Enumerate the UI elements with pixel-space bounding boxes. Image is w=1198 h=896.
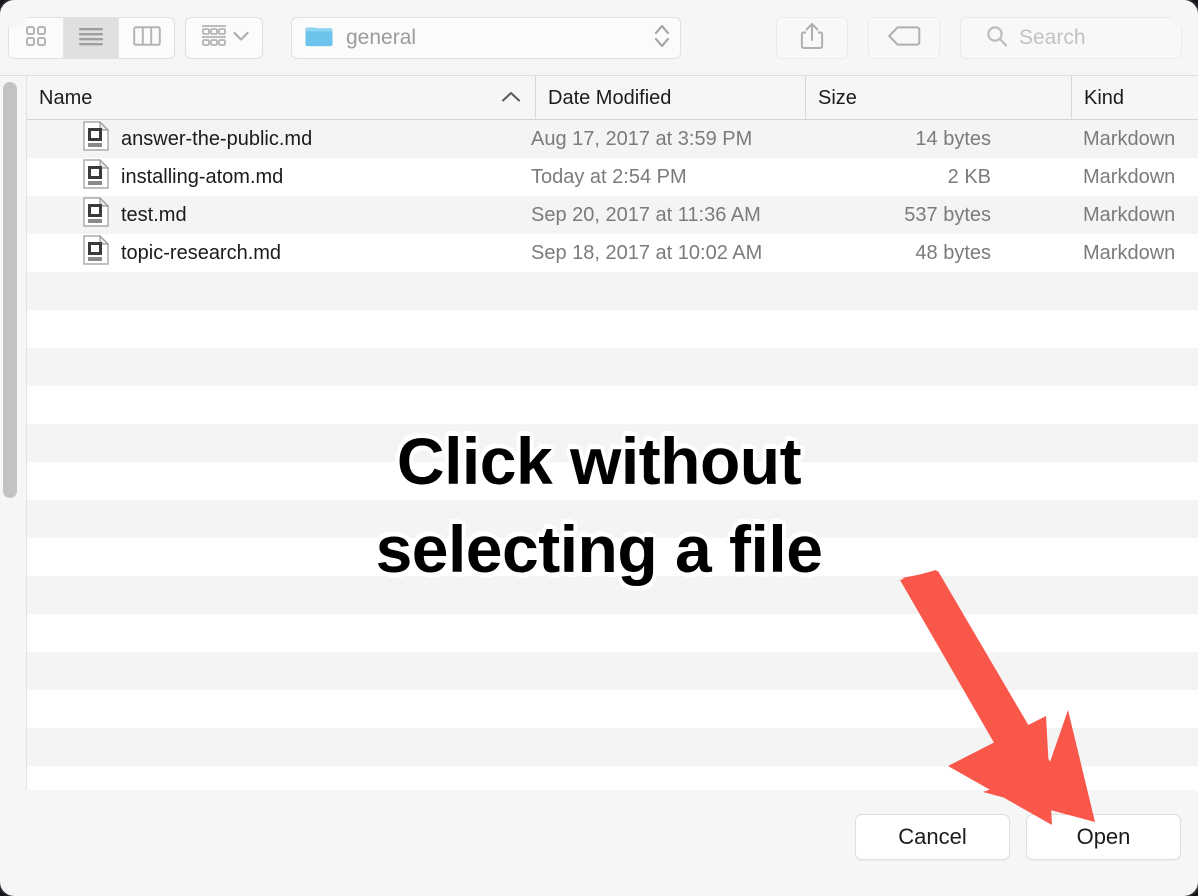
- table-row[interactable]: test.md Sep 20, 2017 at 11:36 AM 537 bytes…: [27, 196, 1198, 234]
- empty-row[interactable]: [27, 310, 1198, 348]
- up-down-stepper-icon: [654, 21, 670, 56]
- cell-name: answer-the-public.md: [83, 120, 312, 158]
- list-view-button[interactable]: [64, 18, 119, 58]
- empty-row[interactable]: [27, 766, 1198, 790]
- column-header-date-modified[interactable]: Date Modified: [535, 76, 805, 120]
- markdown-file-icon: [83, 234, 110, 271]
- sort-ascending-icon: [501, 87, 521, 110]
- empty-row[interactable]: [27, 348, 1198, 386]
- file-name-label: topic-research.md: [121, 241, 282, 264]
- cell-kind: Markdown: [1083, 203, 1176, 226]
- cell-kind: Markdown: [1083, 241, 1176, 264]
- markdown-file-icon: [83, 158, 110, 195]
- markdown-file-icon: [83, 196, 110, 233]
- table-row[interactable]: answer-the-public.md Aug 17, 2017 at 3:59…: [27, 120, 1198, 158]
- cell-date-modified: Aug 17, 2017 at 3:59 PM: [531, 127, 753, 150]
- location-label: general: [346, 26, 417, 49]
- toolbar: general Search: [0, 0, 1198, 76]
- empty-row[interactable]: [27, 614, 1198, 652]
- cancel-button[interactable]: Cancel: [855, 814, 1010, 860]
- table-row[interactable]: installing-atom.md Today at 2:54 PM 2 KB Ma…: [27, 158, 1198, 196]
- arrange-icon: [200, 23, 228, 54]
- cell-date-modified: Today at 2:54 PM: [531, 165, 687, 188]
- arrange-by-button[interactable]: [185, 17, 263, 59]
- empty-row[interactable]: [27, 272, 1198, 310]
- open-file-dialog: general Search Name Date Modified Size K…: [0, 0, 1198, 896]
- vertical-scrollbar-thumb[interactable]: [3, 82, 17, 498]
- cell-kind: Markdown: [1083, 165, 1176, 188]
- file-name-label: answer-the-public.md: [121, 127, 313, 150]
- tags-button[interactable]: [868, 17, 940, 59]
- column-header-name[interactable]: Name: [27, 76, 535, 120]
- search-input[interactable]: Search: [960, 17, 1182, 59]
- empty-row[interactable]: [27, 728, 1198, 766]
- cell-size: 48 bytes: [915, 241, 991, 264]
- file-list-rows: answer-the-public.md Aug 17, 2017 at 3:59…: [27, 120, 1198, 790]
- file-list: Name Date Modified Size Kind answer-the-…: [26, 76, 1198, 790]
- column-header-kind[interactable]: Kind: [1071, 76, 1198, 120]
- cell-size: 537 bytes: [904, 203, 991, 226]
- empty-row[interactable]: [27, 652, 1198, 690]
- cell-name: topic-research.md: [83, 234, 281, 272]
- column-view-button[interactable]: [119, 18, 174, 58]
- grid-icon: [24, 24, 48, 53]
- table-row[interactable]: topic-research.md Sep 18, 2017 at 10:02 A…: [27, 234, 1198, 272]
- empty-row[interactable]: [27, 538, 1198, 576]
- empty-row[interactable]: [27, 462, 1198, 500]
- empty-row[interactable]: [27, 386, 1198, 424]
- cell-size: 14 bytes: [915, 127, 991, 150]
- location-popup-button[interactable]: general: [291, 17, 681, 59]
- chevron-down-icon: [232, 29, 249, 47]
- file-list-header: Name Date Modified Size Kind: [27, 76, 1198, 120]
- empty-row[interactable]: [27, 500, 1198, 538]
- file-name-label: installing-atom.md: [121, 165, 284, 188]
- cell-name: test.md: [83, 196, 187, 234]
- empty-row[interactable]: [27, 576, 1198, 614]
- folder-icon: [304, 24, 334, 53]
- open-button[interactable]: Open: [1026, 814, 1181, 860]
- file-name-label: test.md: [121, 203, 187, 226]
- search-icon: [985, 24, 1009, 53]
- icon-view-button[interactable]: [9, 18, 64, 58]
- empty-row[interactable]: [27, 424, 1198, 462]
- empty-row[interactable]: [27, 690, 1198, 728]
- share-button[interactable]: [776, 17, 848, 59]
- cell-size: 2 KB: [947, 165, 991, 188]
- cell-kind: Markdown: [1083, 127, 1176, 150]
- columns-icon: [132, 25, 161, 52]
- column-header-size[interactable]: Size: [805, 76, 1071, 120]
- share-icon: [799, 21, 825, 56]
- dialog-footer: Cancel Open: [0, 790, 1198, 896]
- list-icon: [77, 25, 105, 52]
- markdown-file-icon: [83, 120, 110, 157]
- cell-name: installing-atom.md: [83, 158, 283, 196]
- search-placeholder: Search: [1019, 26, 1086, 49]
- view-mode-segmented-control: [8, 17, 175, 59]
- tag-icon: [887, 25, 921, 52]
